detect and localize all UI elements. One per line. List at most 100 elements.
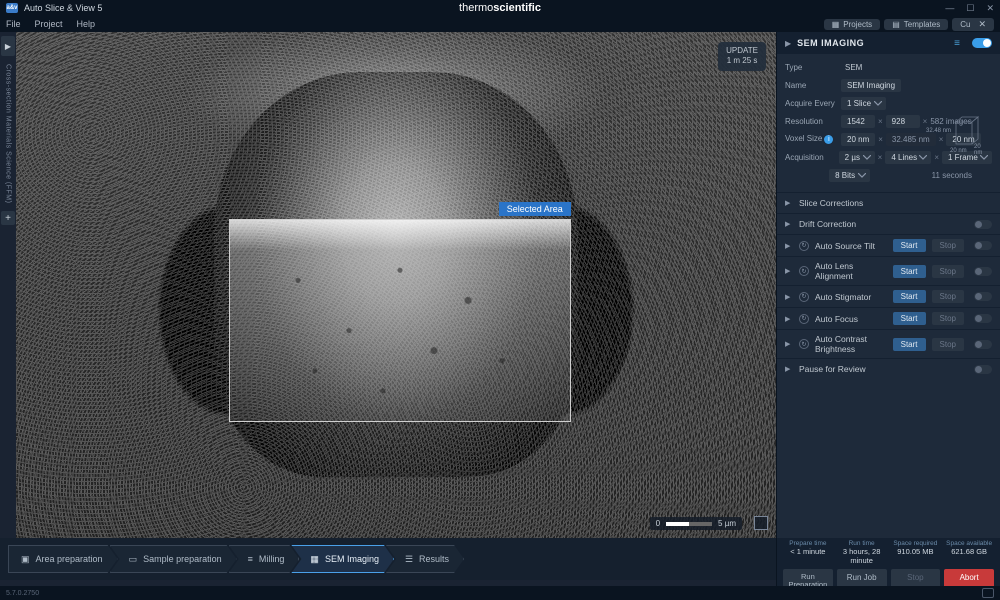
add-project-button[interactable]: + [1, 211, 15, 225]
chevron-right-icon[interactable]: ▶ [785, 293, 793, 301]
refresh-icon[interactable]: ↻ [799, 314, 809, 324]
stop-button[interactable]: Stop [932, 265, 964, 278]
properties-panel: ▶ SEM IMAGING ≡ 32.48 nm 20 nm 20 nm Typ… [776, 32, 1000, 538]
refresh-icon[interactable]: ↻ [799, 292, 809, 302]
space-available-value: 621.68 GB [944, 547, 994, 556]
projects-pill[interactable]: ▦ Projects [824, 19, 880, 30]
stop-button[interactable]: Stop [932, 290, 964, 303]
start-button[interactable]: Start [893, 265, 926, 278]
voxel-label: Voxel Sizei [785, 134, 841, 144]
source-tilt-toggle[interactable] [974, 241, 992, 250]
bits-select[interactable]: 8 Bits [829, 169, 870, 182]
run-time-label: Run time [837, 540, 887, 547]
stigmator-toggle[interactable] [974, 292, 992, 301]
section-drift-correction[interactable]: Drift Correction [799, 219, 964, 229]
space-available-label: Space available [944, 540, 994, 547]
menu-help[interactable]: Help [77, 19, 96, 29]
current-template-pill[interactable]: Cu✕ [952, 18, 994, 31]
chevron-right-icon[interactable]: ▶ [785, 199, 793, 207]
run-time-value: 3 hours, 28 minute [837, 547, 887, 565]
section-lens-alignment[interactable]: Auto Lens Alignment [815, 261, 887, 281]
resolution-label: Resolution [785, 117, 841, 126]
start-button[interactable]: Start [893, 239, 926, 252]
sample-prep-icon: ▭ [129, 554, 138, 565]
refresh-icon[interactable]: ↻ [799, 339, 809, 349]
milling-icon: ≡ [248, 554, 253, 564]
menu-bar: File Project Help ▦ Projects ▤ Templates… [0, 16, 1000, 32]
section-pause-review[interactable]: Pause for Review [799, 364, 964, 374]
expand-rail-button[interactable]: ▶ [1, 36, 15, 56]
name-field[interactable]: SEM Imaging [841, 79, 901, 92]
results-icon: ☰ [405, 554, 413, 565]
lens-toggle[interactable] [974, 267, 992, 276]
minimize-icon[interactable]: — [945, 3, 954, 14]
start-button[interactable]: Start [893, 312, 926, 325]
stop-button[interactable]: Stop [932, 239, 964, 252]
type-label: Type [785, 63, 841, 72]
scale-bar: 05 µm [650, 517, 742, 530]
drift-toggle[interactable] [974, 220, 992, 229]
section-source-tilt[interactable]: Auto Source Tilt [815, 241, 887, 251]
stop-button[interactable]: Stop [932, 312, 964, 325]
maximize-icon[interactable]: ☐ [966, 3, 974, 14]
focus-toggle[interactable] [974, 314, 992, 323]
status-bar: 5.7.0.2750 [0, 586, 1000, 600]
selected-area[interactable]: Selected Area [229, 219, 571, 421]
info-icon[interactable]: i [824, 135, 833, 144]
stop-button[interactable]: Stop [932, 338, 964, 351]
close-template-icon[interactable]: ✕ [978, 19, 986, 30]
area-prep-icon: ▣ [21, 554, 30, 565]
sem-viewport[interactable]: Selected Area UPDATE 1 m 25 s 05 µm [16, 32, 776, 538]
step-sample-preparation[interactable]: ▭Sample preparation [110, 545, 237, 573]
chevron-right-icon[interactable]: ▶ [785, 242, 793, 250]
chat-icon[interactable] [982, 588, 994, 598]
start-button[interactable]: Start [893, 338, 926, 351]
voxel-y-field[interactable]: 32.485 nm [886, 133, 936, 146]
acquire-every-select[interactable]: 1 Slice [841, 97, 886, 110]
acquire-every-label: Acquire Every [785, 99, 841, 108]
chevron-right-icon[interactable]: ▶ [785, 365, 793, 373]
contrast-toggle[interactable] [974, 340, 992, 349]
chevron-right-icon[interactable]: ▶ [785, 340, 793, 348]
update-badge: UPDATE 1 m 25 s [718, 42, 766, 71]
section-slice-corrections[interactable]: Slice Corrections [799, 198, 992, 208]
space-required-label: Space required [891, 540, 941, 547]
resolution-width-field[interactable]: 1542 [841, 115, 875, 128]
chevron-right-icon[interactable]: ▶ [785, 267, 793, 275]
menu-file[interactable]: File [6, 19, 21, 29]
step-sem-imaging[interactable]: ▦SEM Imaging [291, 545, 394, 573]
refresh-icon[interactable]: ↻ [799, 241, 809, 251]
panel-enable-toggle[interactable] [972, 38, 992, 48]
fullscreen-icon[interactable] [754, 516, 768, 530]
resolution-height-field[interactable]: 928 [886, 115, 920, 128]
close-icon[interactable]: ✕ [986, 3, 994, 14]
collapse-panel-icon[interactable]: ▶ [785, 39, 791, 48]
menu-project[interactable]: Project [35, 19, 63, 29]
start-button[interactable]: Start [893, 290, 926, 303]
step-results[interactable]: ☰Results [386, 545, 464, 573]
pause-toggle[interactable] [974, 365, 992, 374]
templates-pill[interactable]: ▤ Templates [884, 19, 948, 30]
panel-menu-icon[interactable]: ≡ [954, 38, 960, 49]
sem-imaging-icon: ▦ [310, 554, 319, 565]
chevron-right-icon[interactable]: ▶ [785, 315, 793, 323]
section-stigmator[interactable]: Auto Stigmator [815, 292, 887, 302]
dwell-select[interactable]: 2 µs [839, 151, 875, 164]
section-auto-focus[interactable]: Auto Focus [815, 314, 887, 324]
rail-project-label[interactable]: Cross-section Materials Science (FFM) [5, 64, 12, 203]
chevron-right-icon[interactable]: ▶ [785, 220, 793, 228]
app-icon: a&v [6, 3, 18, 13]
left-rail: ▶ Cross-section Materials Science (FFM) … [0, 32, 16, 538]
voxel-x-field[interactable]: 20 nm [841, 133, 875, 146]
space-required-value: 910.05 MB [891, 547, 941, 556]
panel-title: SEM IMAGING [797, 38, 864, 48]
step-milling[interactable]: ≡Milling [229, 545, 300, 573]
brand-logo: thermoscientific [459, 2, 541, 14]
acquisition-duration: 11 seconds [932, 171, 972, 180]
refresh-icon[interactable]: ↻ [799, 266, 809, 276]
app-title: Auto Slice & View 5 [24, 3, 102, 13]
lines-select[interactable]: 4 Lines [885, 151, 931, 164]
section-contrast-brightness[interactable]: Auto Contrast Brightness [815, 334, 887, 354]
step-area-preparation[interactable]: ▣Area preparation [8, 545, 118, 573]
name-label: Name [785, 81, 841, 90]
